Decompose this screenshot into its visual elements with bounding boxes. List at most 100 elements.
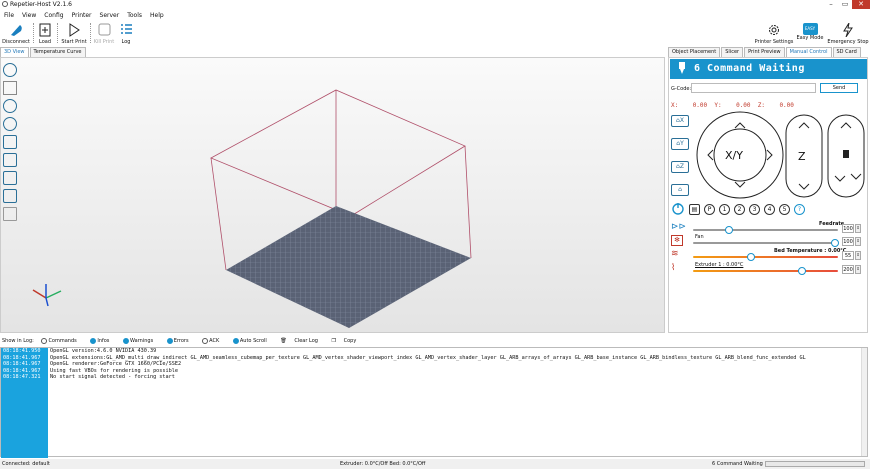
macro-button-p[interactable]: P (704, 203, 715, 215)
bed-temperature-knob[interactable] (747, 253, 755, 261)
home-all-button[interactable]: ⌂ (671, 184, 689, 196)
stop-icon (98, 23, 111, 36)
print-bed-grid (226, 206, 471, 328)
macro-button-3[interactable]: 3 (749, 203, 760, 215)
easy-mode-button[interactable]: EASY Easy Mode (796, 21, 824, 46)
menu-printer[interactable]: Printer (68, 10, 96, 21)
position-readout: X: 0.00 Y: 0.00 Z: 0.00 (671, 102, 794, 109)
filter-warnings[interactable]: Warnings (123, 337, 159, 344)
maximize-button[interactable]: ▭ (838, 0, 852, 9)
y-position: 0.00 (736, 102, 751, 109)
log-message: OpenGL extensions:GL_AMD_multi_draw_indi… (50, 354, 806, 361)
auto-scroll-toggle[interactable]: Auto Scroll (232, 337, 273, 344)
log-time: 08:18:41.967 (3, 354, 41, 361)
send-button[interactable]: Send (820, 83, 858, 93)
play-icon (69, 23, 80, 37)
bed-temperature-value[interactable]: 55 (842, 251, 854, 260)
tab-temperature-curve[interactable]: Temperature Curve (29, 47, 86, 57)
log-message: OpenGL version:4.6.0 NVIDIA 430.39 (50, 348, 157, 354)
load-button[interactable]: Load (36, 21, 54, 46)
show-in-log-label: Show in Log: (2, 338, 34, 344)
minimize-button[interactable]: – (824, 0, 838, 9)
start-print-button[interactable]: Start Print (60, 21, 88, 46)
copy-button[interactable]: ❐ Copy (332, 338, 363, 344)
menu-file[interactable]: File (0, 10, 18, 21)
log-message: OpenGL renderer:GeForce GTX 1660/PCIe/SS… (50, 361, 182, 368)
manual-control-panel: 6 Command Waiting G-Code: Send X: 0.00 Y… (668, 57, 868, 333)
home-z-button[interactable]: ⌂Z (671, 161, 689, 173)
lightning-icon (843, 22, 853, 38)
home-y-button[interactable]: ⌂Y (671, 138, 689, 150)
power-icon[interactable] (671, 202, 685, 216)
feedrate-value[interactable]: 100 (842, 224, 854, 233)
plug-icon (11, 25, 22, 36)
print-bed-scene (32, 89, 472, 329)
tab-manual-control[interactable]: Manual Control (785, 47, 832, 57)
sd-icon[interactable]: ▤ (689, 203, 700, 215)
macro-button-1[interactable]: 1 (719, 203, 730, 215)
filter-infos[interactable]: Infos (90, 337, 115, 344)
menu-help[interactable]: Help (146, 10, 168, 21)
kill-print-button[interactable]: Kill Print (93, 21, 115, 46)
fan-spinner[interactable]: ⇕ (855, 237, 861, 246)
macro-button-2[interactable]: 2 (734, 203, 745, 215)
bed-temperature-label: Bed Temperature : 0.00°C (774, 248, 847, 254)
bed-heat-icon[interactable]: ≋ (671, 249, 679, 259)
gcode-label: G-Code: (671, 86, 692, 92)
close-button[interactable]: ✕ (852, 0, 870, 9)
macro-button-5[interactable]: 5 (779, 203, 790, 215)
tab-slicer[interactable]: Slicer (721, 47, 744, 57)
filter-ack[interactable]: ACK (202, 337, 225, 344)
disconnect-button[interactable]: Disconnect (1, 21, 31, 46)
feedrate-spinner[interactable]: ⇕ (855, 224, 861, 233)
clear-log-button[interactable]: 🗑 Clear Log (280, 338, 324, 344)
extruder-temperature-knob[interactable] (797, 267, 806, 275)
extruder-temperature-slider[interactable] (693, 267, 838, 275)
extruder-heat-icon[interactable]: ⌇ (671, 263, 675, 273)
fan-icon[interactable]: ✻ (671, 235, 683, 246)
log-timestamps: 08:18:41.950 08:18:41.967 08:18:41.967 0… (1, 348, 48, 458)
tab-object-placement[interactable]: Object Placement (668, 47, 721, 57)
extruder-temperature-label: Extruder 1 : 0.00°C (695, 262, 744, 268)
bed-temperature-spinner[interactable]: ⇕ (855, 251, 861, 260)
fan-slider[interactable] (693, 239, 840, 247)
filter-commands[interactable]: Commands (41, 337, 82, 344)
extruder-jog-pad[interactable] (827, 114, 865, 198)
log-message: No start signal detected - forcing start (50, 374, 175, 381)
status-bar: Connected: default Extruder: 0.0°C/Off B… (0, 459, 870, 469)
emergency-stop-button[interactable]: Emergency Stop (826, 21, 870, 46)
z-label: Z (798, 150, 806, 163)
tab-print-preview[interactable]: Print Preview (744, 47, 785, 57)
tab-3d-view[interactable]: 3D View (0, 47, 29, 57)
menu-config[interactable]: Config (40, 10, 67, 21)
command-queue-status: 6 Command Waiting (712, 461, 763, 467)
feedrate-slider[interactable] (693, 226, 838, 234)
help-button[interactable]: ? (794, 203, 805, 215)
feedrate-icon: ⊳⊳ (671, 222, 687, 232)
app-icon (2, 1, 8, 7)
filter-errors[interactable]: Errors (166, 337, 195, 344)
printer-settings-button[interactable]: Printer Settings (754, 21, 794, 46)
extruder-temperature-spinner[interactable]: ⇕ (855, 265, 861, 274)
3d-viewport[interactable] (0, 57, 665, 333)
log-scrollbar[interactable] (861, 348, 867, 456)
log-messages: OpenGL version:4.6.0 NVIDIA 430.39 OpenG… (50, 348, 862, 458)
fan-value[interactable]: 100 (842, 237, 854, 246)
menu-bar: File View Config Printer Server Tools Help (0, 10, 870, 21)
menu-server[interactable]: Server (96, 10, 124, 21)
tab-sd-card[interactable]: SD Card (832, 47, 861, 57)
macro-button-4[interactable]: 4 (764, 203, 775, 215)
xy-label: X/Y (725, 149, 743, 162)
extruder-temperature-value[interactable]: 200 (842, 265, 854, 274)
gcode-input[interactable] (691, 83, 816, 93)
home-x-button[interactable]: ⌂X (671, 115, 689, 127)
command-status: 6 Command Waiting (694, 63, 805, 74)
menu-tools[interactable]: Tools (123, 10, 146, 21)
bed-temperature-slider[interactable] (693, 253, 838, 261)
fan-knob[interactable] (831, 239, 840, 247)
window-title: Repetier-Host V2.1.6 (10, 1, 72, 8)
log-button[interactable]: Log (116, 21, 136, 46)
log-message: Using fast VBOs for rendering is possibl… (50, 367, 179, 374)
menu-view[interactable]: View (18, 10, 40, 21)
feedrate-knob[interactable] (725, 226, 734, 234)
